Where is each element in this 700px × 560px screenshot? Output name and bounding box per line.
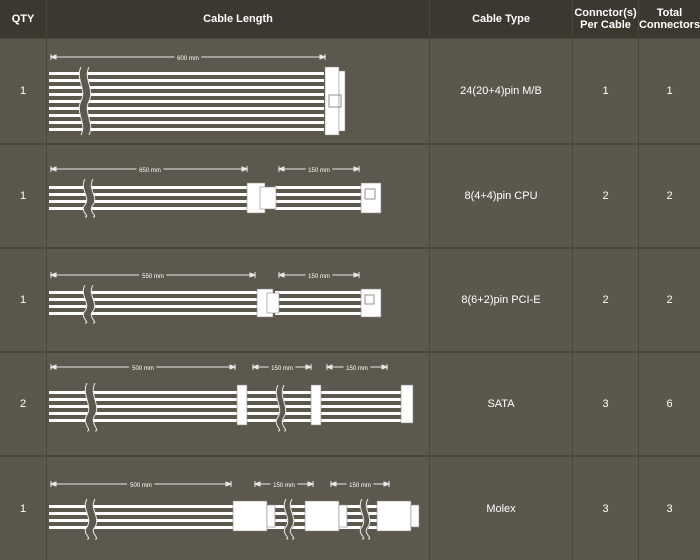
- row2-per-cable-value: 2: [602, 190, 609, 202]
- header-cable-type-label: Cable Type: [472, 13, 530, 25]
- row5-per-cable-value: 3: [602, 502, 609, 515]
- row1-total-value: 1: [666, 85, 673, 97]
- row1-type: 24(20+4)pin M/B: [430, 39, 572, 143]
- length-label-500: 500 mm: [132, 366, 154, 372]
- header-cable-type: Cable Type: [430, 0, 572, 38]
- length-label-600: 600 mm: [177, 56, 199, 62]
- row5-type-value: Molex: [486, 502, 516, 515]
- row1-cable-diagram: 600 mm: [47, 39, 429, 143]
- row4-per-cable-value: 3: [602, 398, 609, 410]
- row5-qty: 1: [0, 457, 46, 560]
- header-per-cable-line2: Per Cable: [580, 19, 631, 31]
- row3-qty: 1: [0, 249, 46, 351]
- row2-qty: 1: [0, 145, 46, 247]
- row5-total-value: 3: [666, 502, 673, 515]
- length-label-150-b: 150 mm: [349, 483, 371, 489]
- header-total-line1: Total: [656, 7, 683, 19]
- length-label-500: 500 mm: [130, 483, 152, 489]
- cable-molex-illustration: 500 mm 150 mm 150 mm: [49, 480, 420, 543]
- row1-total: 1: [639, 39, 700, 143]
- row4-total-value: 6: [666, 398, 673, 410]
- row2-cable-diagram: 650 mm 150 mm: [47, 145, 429, 247]
- length-label-150-a: 150 mm: [271, 366, 293, 372]
- length-label-150-a: 150 mm: [273, 483, 295, 489]
- row4-qty-value: 2: [19, 398, 27, 410]
- length-label-150-b: 150 mm: [346, 366, 368, 372]
- row4-type: SATA: [430, 353, 572, 455]
- row2-type-value: 8(4+4)pin CPU: [464, 190, 538, 202]
- cable-24pin-illustration: 600 mm: [49, 53, 346, 137]
- row1-qty: 1: [0, 39, 46, 143]
- header-per-cable-line1: Connctor(s): [574, 7, 637, 19]
- row5-qty-value: 1: [19, 502, 27, 515]
- row3-type: 8(6+2)pin PCI-E: [430, 249, 572, 351]
- header-cable-length: Cable Length: [47, 0, 429, 38]
- row1-type-value: 24(20+4)pin M/B: [460, 85, 542, 97]
- length-label-150: 150 mm: [308, 274, 330, 280]
- cable-cpu-illustration: 650 mm 150 mm: [49, 165, 382, 221]
- row5-per-cable: 3: [573, 457, 638, 560]
- row4-per-cable: 3: [573, 353, 638, 455]
- header-total-line2: Connectors: [638, 19, 700, 31]
- row1-qty-value: 1: [19, 85, 27, 97]
- row3-qty-value: 1: [19, 294, 27, 306]
- row2-per-cable: 2: [573, 145, 638, 247]
- row2-total: 2: [639, 145, 700, 247]
- row3-per-cable: 2: [573, 249, 638, 351]
- cable-sata-illustration: 500 mm 150 mm 150 mm: [49, 363, 414, 435]
- row5-total: 3: [639, 457, 700, 560]
- row4-qty: 2: [0, 353, 46, 455]
- row1-per-cable-value: 1: [602, 85, 609, 97]
- row5-cable-diagram: 500 mm 150 mm 150 mm: [47, 457, 429, 560]
- row3-total-value: 2: [666, 294, 673, 306]
- length-label-650: 650 mm: [139, 168, 161, 174]
- row4-total: 6: [639, 353, 700, 455]
- cable-spec-table: QTY Cable Length Cable Type Connctor(s) …: [0, 0, 700, 560]
- row4-cable-diagram: 500 mm 150 mm 150 mm: [47, 353, 429, 455]
- header-cable-length-label: Cable Length: [203, 13, 273, 25]
- row2-type: 8(4+4)pin CPU: [430, 145, 572, 247]
- row5-type: Molex: [430, 457, 572, 560]
- cable-pcie-illustration: 550 mm 150 mm: [49, 271, 382, 327]
- row3-total: 2: [639, 249, 700, 351]
- length-label-550: 550 mm: [142, 274, 164, 280]
- row2-qty-value: 1: [19, 190, 27, 202]
- row3-type-value: 8(6+2)pin PCI-E: [461, 294, 541, 306]
- header-total-connectors: Total Connectors: [639, 0, 700, 38]
- header-qty: QTY: [0, 0, 46, 38]
- row3-per-cable-value: 2: [602, 294, 609, 306]
- header-qty-label: QTY: [11, 13, 35, 25]
- row2-total-value: 2: [666, 190, 673, 202]
- header-per-cable: Connctor(s) Per Cable: [573, 0, 638, 38]
- row3-cable-diagram: 550 mm 150 mm: [47, 249, 429, 351]
- row4-type-value: SATA: [487, 398, 515, 410]
- length-label-150: 150 mm: [308, 168, 330, 174]
- row1-per-cable: 1: [573, 39, 638, 143]
